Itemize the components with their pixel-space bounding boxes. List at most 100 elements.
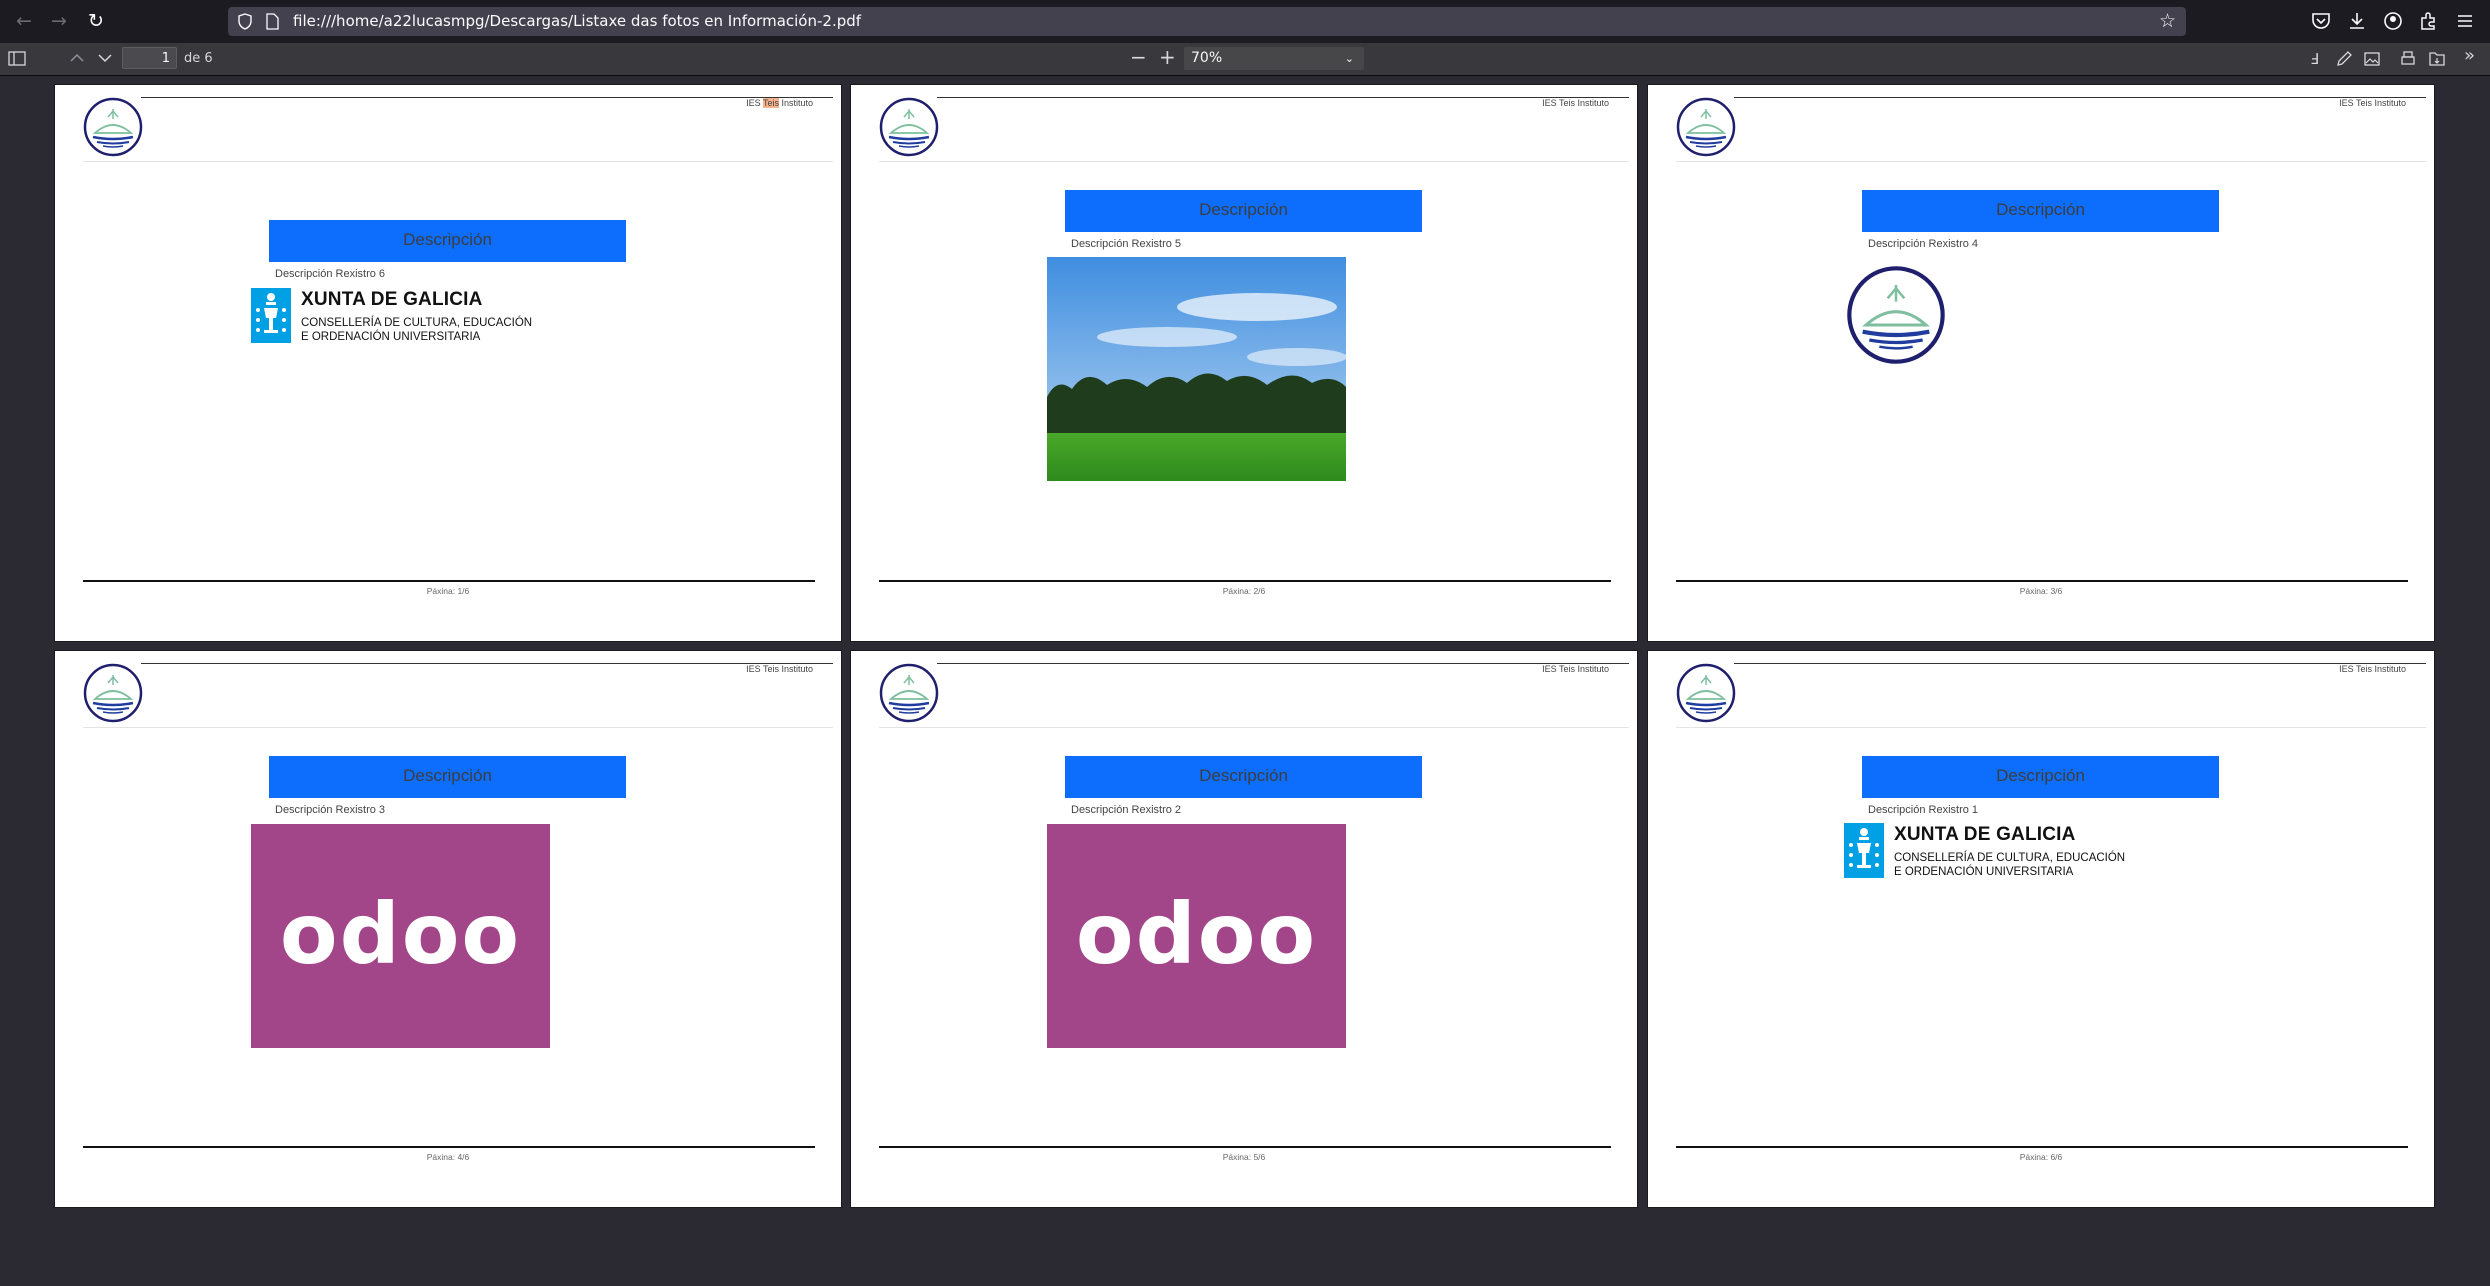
downloads-icon[interactable] (2346, 10, 2368, 32)
ies-teis-logo (879, 663, 939, 723)
bookmark-star-icon[interactable]: ☆ (2159, 10, 2176, 32)
odoo-logo-text: odoo (1075, 885, 1318, 983)
description-heading-box: Descripción (1065, 756, 1422, 798)
reload-button[interactable]: ↻ (81, 8, 111, 35)
record-description: Descripción Rexistro 3 (275, 804, 386, 816)
header-rule (937, 97, 1629, 98)
description-heading: Descripción (1199, 766, 1288, 785)
description-heading: Descripción (1199, 200, 1288, 219)
header-rule (1734, 97, 2426, 98)
chevron-down-icon: ⌄ (1344, 52, 1354, 65)
header-divider (1676, 161, 2426, 162)
browser-toolbar: ← → ↻ file:///home/a22lucasmpg/Descargas… (0, 0, 2490, 43)
pdf-toolbar: 1 de 6 − + 70% ⌄ Ⅎ » (0, 43, 2490, 76)
footer-rule (83, 1146, 815, 1148)
record-description: Descripción Rexistro 2 (1071, 804, 1182, 816)
header-institute-text: IES Teis Instituto (1542, 98, 1609, 108)
pdf-page: IES Teis Instituto Descripción Descripción… (851, 651, 1637, 1207)
footer-rule (83, 580, 815, 582)
zoom-select[interactable]: 70% ⌄ (1184, 47, 1364, 70)
ies-teis-logo (1676, 97, 1736, 157)
back-button[interactable]: ← (9, 8, 39, 35)
header-divider (83, 727, 833, 728)
sidebar-toggle-icon[interactable] (8, 51, 26, 66)
record-description: Descripción Rexistro 1 (1868, 804, 1979, 816)
ies-teis-logo (1676, 663, 1736, 723)
menu-icon[interactable] (2454, 10, 2476, 32)
header-institute-text: IES Teis Instituto (2339, 664, 2406, 674)
record-description: Descripción Rexistro 5 (1071, 238, 1182, 250)
tools-menu-icon[interactable]: » (2464, 46, 2475, 66)
xunta-subtitle-line2: E ORDENACIÓN UNIVERSITARIA (1894, 866, 2074, 878)
header-rule (937, 663, 1629, 664)
image-icon[interactable] (2363, 50, 2381, 68)
pdf-page: IES Teis Instituto Descripción Descripción… (1648, 85, 2434, 641)
pdf-page: IES Teis Instituto Descripción Descripción… (55, 651, 841, 1207)
header-divider (1676, 727, 2426, 728)
description-heading-box: Descripción (269, 220, 626, 262)
zoom-in-button[interactable]: + (1159, 47, 1176, 67)
draw-icon[interactable] (2335, 50, 2353, 68)
xunta-flag-icon (1844, 823, 1884, 878)
page-footer: Páxina: 5/6 (1222, 1152, 1266, 1162)
ies-teis-logo (83, 97, 143, 157)
extensions-icon[interactable] (2418, 10, 2440, 32)
record-description: Descripción Rexistro 4 (1868, 238, 1979, 250)
ies-teis-logo (83, 663, 143, 723)
description-heading: Descripción (403, 230, 492, 249)
header-text-prefix: IES (746, 98, 763, 108)
ies-teis-logo (879, 97, 939, 157)
header-divider (83, 161, 833, 162)
description-heading-box: Descripción (1065, 190, 1422, 232)
page-footer: Páxina: 1/6 (426, 586, 470, 596)
odoo-logo: odoo (251, 824, 550, 1048)
description-heading: Descripción (1996, 200, 2085, 219)
odoo-logo-text: odoo (279, 885, 522, 983)
xunta-subtitle-line2: E ORDENACIÓN UNIVERSITARIA (301, 331, 481, 343)
zoom-value: 70% (1191, 50, 1223, 66)
xunta-subtitle: CONSELLERÍA DE CULTURA, EDUCACIÓN E ORDEN… (1894, 851, 2125, 879)
zoom-out-button[interactable]: − (1130, 47, 1147, 67)
text-cursor-icon[interactable]: Ⅎ (2310, 49, 2319, 69)
chevron-down-icon[interactable] (98, 53, 112, 63)
url-text[interactable]: file:///home/a22lucasmpg/Descargas/Lista… (293, 12, 861, 31)
description-heading: Descripción (1996, 766, 2085, 785)
description-heading-box: Descripción (269, 756, 626, 798)
chevron-up-icon[interactable] (70, 53, 84, 63)
pdf-page: IES Teis Instituto Descripción Descripción… (851, 85, 1637, 641)
pdf-page: IES Teis Instituto Descripción Descripción… (1648, 651, 2434, 1207)
page-footer: Páxina: 6/6 (2019, 1152, 2063, 1162)
landscape-photo (1047, 257, 1347, 485)
account-icon[interactable] (2382, 10, 2404, 32)
url-bar[interactable]: file:///home/a22lucasmpg/Descargas/Lista… (228, 7, 2186, 36)
header-institute-text: IES Teis Instituto (2339, 98, 2406, 108)
page-number-input[interactable]: 1 (122, 47, 177, 69)
pocket-icon[interactable] (2310, 10, 2332, 32)
header-text-suffix: Instituto (778, 98, 813, 108)
header-rule (141, 97, 833, 98)
forward-button[interactable]: → (44, 8, 74, 35)
record-description: Descripción Rexistro 6 (275, 268, 386, 280)
xunta-title: XUNTA DE GALICIA (301, 289, 483, 310)
page-footer: Páxina: 4/6 (426, 1152, 470, 1162)
description-heading: Descripción (403, 766, 492, 785)
footer-rule (1676, 1146, 2408, 1148)
xunta-subtitle-line1: CONSELLERÍA DE CULTURA, EDUCACIÓN (301, 317, 533, 329)
page-footer: Páxina: 2/6 (1222, 586, 1266, 596)
header-institute-text: IES Teis Instituto (746, 664, 813, 674)
xunta-logo: XUNTA DE GALICIA CONSELLERÍA DE CULTURA, … (1844, 823, 2164, 879)
save-icon[interactable] (2428, 50, 2446, 68)
header-rule (141, 663, 833, 664)
header-institute-text: IES Teis Instituto (746, 98, 813, 108)
pdf-page: IES Teis Instituto Descripción Descripción… (55, 85, 841, 641)
print-icon[interactable] (2399, 50, 2417, 68)
description-heading-box: Descripción (1862, 190, 2219, 232)
xunta-title: XUNTA DE GALICIA (1894, 824, 2076, 845)
footer-rule (879, 1146, 1611, 1148)
shield-icon[interactable] (238, 13, 252, 30)
xunta-logo: XUNTA DE GALICIA CONSELLERÍA DE CULTURA, … (251, 288, 571, 344)
header-divider (879, 161, 1629, 162)
header-divider (879, 727, 1629, 728)
page-count: de 6 (184, 51, 213, 66)
xunta-subtitle-line1: CONSELLERÍA DE CULTURA, EDUCACIÓN (1894, 852, 2126, 864)
